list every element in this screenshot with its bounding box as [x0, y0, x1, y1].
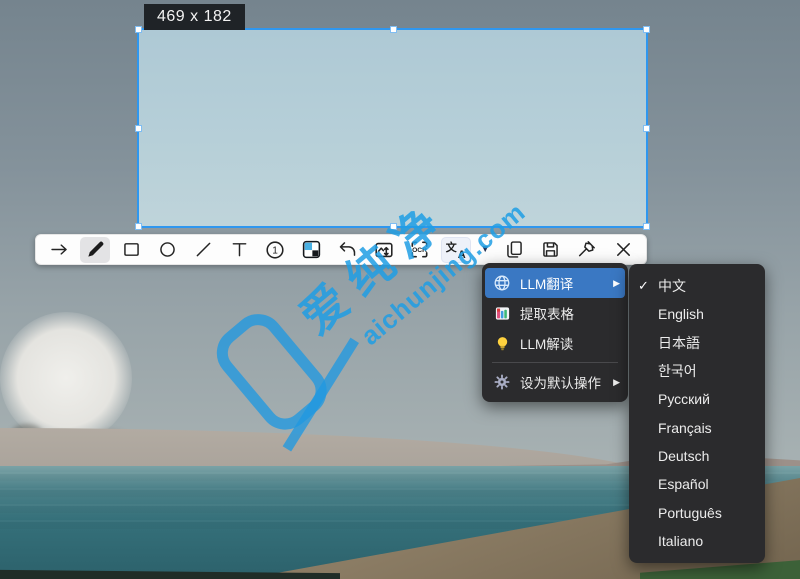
check-icon: ✓ — [638, 278, 658, 294]
selection-handle-se[interactable] — [643, 223, 650, 230]
copy-icon — [504, 239, 525, 260]
selection-handle-n[interactable] — [390, 26, 397, 33]
language-label: Deutsch — [658, 448, 709, 464]
ocr-icon: OCR — [408, 238, 431, 261]
pencil-tool-button[interactable] — [80, 237, 110, 263]
language-option-korean[interactable]: 한국어 — [629, 357, 765, 385]
chevron-down-icon: ▼ — [480, 245, 490, 255]
ellipse-icon — [157, 239, 178, 260]
language-option-russian[interactable]: Русский — [629, 385, 765, 413]
language-label: Português — [658, 505, 722, 521]
number-badge-icon: 1 — [264, 239, 286, 261]
pencil-icon — [85, 239, 106, 260]
submenu-arrow-icon: ▶ — [613, 378, 620, 387]
translate-context-menu: LLM翻译 ▶ 提取表格 LLM解读 设为默认操作 ▶ — [482, 263, 628, 402]
language-option-french[interactable]: Français — [629, 413, 765, 441]
menu-item-extract-table[interactable]: 提取表格 — [482, 298, 628, 328]
language-label: Русский — [658, 391, 710, 407]
screenshot-toolbar: 1 OCR 文 A ▼ — [35, 234, 647, 265]
menu-item-set-default-action[interactable]: 设为默认操作 ▶ — [482, 367, 628, 397]
arrow-icon — [49, 239, 70, 260]
save-button[interactable] — [536, 237, 566, 263]
selection-handle-ne[interactable] — [643, 26, 650, 33]
line-icon — [193, 239, 214, 260]
menu-item-llm-interpret[interactable]: LLM解读 — [482, 328, 628, 358]
scroll-capture-button[interactable] — [369, 237, 399, 263]
pin-button[interactable] — [572, 237, 602, 263]
undo-icon — [337, 239, 358, 260]
language-submenu: ✓ 中文 English 日本語 한국어 Русский Français De… — [629, 264, 765, 563]
translate-dropdown-button[interactable]: ▼ — [477, 237, 494, 263]
submenu-arrow-icon: ▶ — [613, 279, 620, 288]
text-tool-button[interactable] — [224, 237, 254, 263]
language-label: 中文 — [658, 276, 686, 296]
language-label: English — [658, 306, 704, 322]
language-option-japanese[interactable]: 日本語 — [629, 329, 765, 357]
rectangle-icon — [121, 239, 142, 260]
capture-selection[interactable] — [137, 28, 648, 228]
desktop: 469 x 182 1 O — [0, 0, 800, 579]
globe-icon — [493, 274, 511, 292]
table-icon — [493, 304, 511, 322]
language-option-chinese[interactable]: ✓ 中文 — [629, 272, 765, 300]
text-icon — [229, 239, 250, 260]
ocr-button[interactable]: OCR — [405, 237, 435, 263]
mosaic-tool-button[interactable] — [296, 237, 326, 263]
language-label: Italiano — [658, 533, 703, 549]
selection-handle-w[interactable] — [135, 125, 142, 132]
language-option-portuguese[interactable]: Português — [629, 498, 765, 526]
language-label: Français — [658, 420, 712, 436]
language-option-italian[interactable]: Italiano — [629, 527, 765, 555]
language-option-spanish[interactable]: Español — [629, 470, 765, 498]
number-badge-tool-button[interactable]: 1 — [260, 237, 290, 263]
mosaic-icon — [301, 239, 322, 260]
line-tool-button[interactable] — [188, 237, 218, 263]
copy-button[interactable] — [500, 237, 530, 263]
translate-icon: 文 A — [445, 239, 467, 261]
save-icon — [540, 239, 561, 260]
language-option-english[interactable]: English — [629, 300, 765, 328]
gear-icon — [493, 373, 511, 391]
scroll-capture-icon — [373, 239, 395, 261]
svg-text:1: 1 — [273, 245, 279, 256]
selection-handle-e[interactable] — [643, 125, 650, 132]
selection-handle-s[interactable] — [390, 223, 397, 230]
arrow-tool-button[interactable] — [44, 237, 74, 263]
selection-handle-nw[interactable] — [135, 26, 142, 33]
close-button[interactable] — [608, 237, 638, 263]
menu-separator — [492, 362, 618, 363]
svg-text:OCR: OCR — [412, 247, 427, 254]
menu-item-llm-translate[interactable]: LLM翻译 ▶ — [485, 268, 625, 298]
selection-size-label: 469 x 182 — [144, 4, 245, 30]
language-label: 한국어 — [658, 361, 697, 381]
pin-icon — [576, 239, 597, 260]
ellipse-tool-button[interactable] — [152, 237, 182, 263]
bulb-icon — [493, 334, 511, 352]
language-label: Español — [658, 476, 709, 492]
close-icon — [613, 239, 634, 260]
language-label: 日本語 — [658, 333, 700, 353]
undo-button[interactable] — [333, 237, 363, 263]
translate-button[interactable]: 文 A — [441, 237, 471, 263]
language-option-german[interactable]: Deutsch — [629, 442, 765, 470]
rectangle-tool-button[interactable] — [116, 237, 146, 263]
selection-handle-sw[interactable] — [135, 223, 142, 230]
